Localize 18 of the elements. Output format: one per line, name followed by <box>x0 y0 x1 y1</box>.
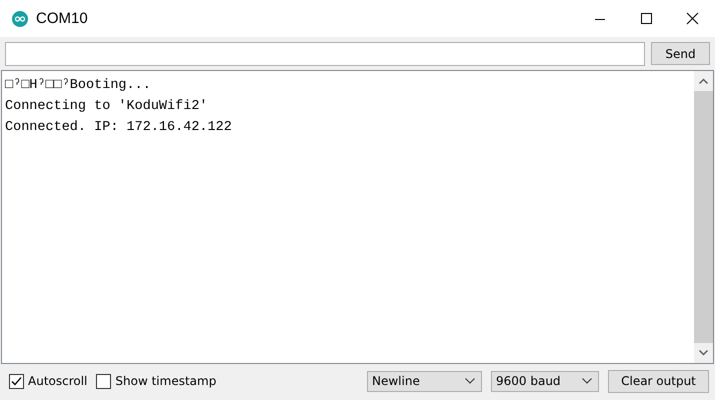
window-title: COM10 <box>36 10 88 27</box>
output-line: □ˀ□Hˀ□□ˀBooting... <box>5 77 152 95</box>
clear-output-button[interactable]: Clear output <box>608 370 709 392</box>
scroll-down-icon[interactable] <box>699 350 708 356</box>
send-button[interactable]: Send <box>651 42 710 65</box>
dropdown[interactable]: 9600 baud <box>491 370 599 392</box>
checkbox-label[interactable]: Show timestamp <box>115 374 216 388</box>
message-input-field[interactable] <box>5 42 645 66</box>
output-line: Connected. IP: 172.16.42.122 <box>5 119 233 137</box>
scroll-up-icon[interactable] <box>699 78 708 84</box>
checkbox-label[interactable]: Autoscroll <box>28 374 88 388</box>
output-line: Connecting to 'KoduWifi2' <box>5 98 209 116</box>
dropdown[interactable]: Newline <box>367 370 482 392</box>
app-logo-icon <box>12 10 28 26</box>
checkbox[interactable] <box>96 374 112 388</box>
chevron-down-icon <box>582 378 592 384</box>
chevron-down-icon <box>465 378 475 384</box>
checkbox[interactable] <box>9 374 24 388</box>
